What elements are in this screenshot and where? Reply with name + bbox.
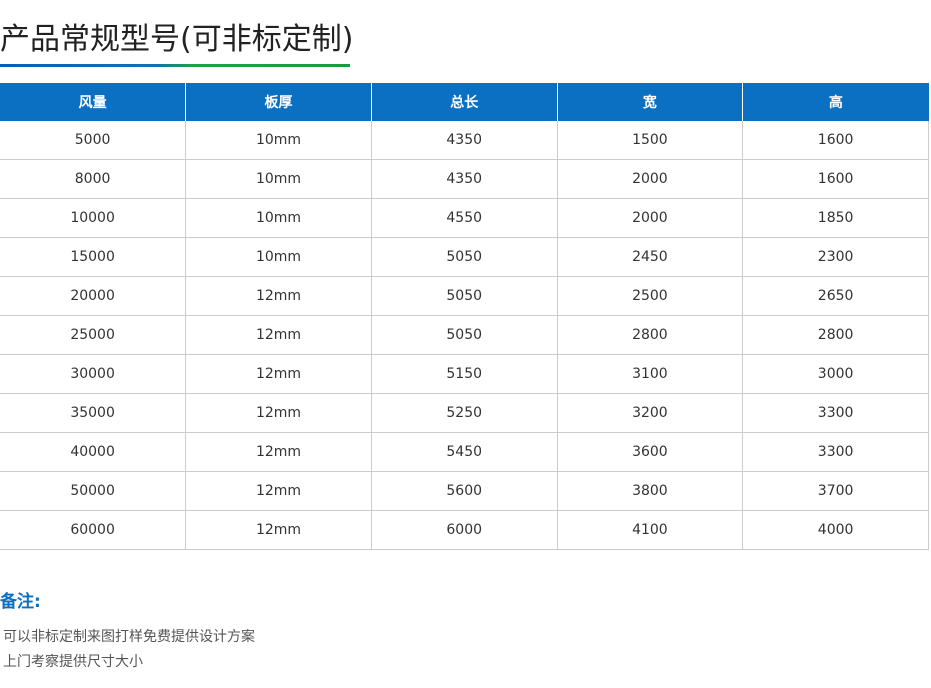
table-cell-thickness: 10mm	[185, 237, 372, 277]
table-cell-length: 6000	[370, 510, 558, 550]
notes-line: 上门考察提供尺寸大小	[3, 654, 143, 670]
table-cell-height: 1600	[742, 159, 929, 199]
table-row: 60000 12mm 6000 4100 4000	[0, 510, 929, 550]
table-cell-height: 3300	[742, 432, 929, 472]
table-row: 50000 12mm 5600 3800 3700	[0, 471, 929, 511]
table-cell-length: 5600	[370, 471, 558, 511]
table-cell-thickness: 12mm	[185, 276, 372, 316]
table-cell-height: 3700	[742, 471, 929, 511]
table-cell-height: 2650	[742, 276, 929, 316]
table-cell-airflow: 30000	[0, 354, 186, 394]
table-cell-width: 2500	[556, 276, 743, 316]
table-cell-length: 5050	[370, 315, 558, 355]
table-row: 20000 12mm 5050 2500 2650	[0, 276, 929, 316]
table-cell-airflow: 15000	[0, 237, 186, 277]
table-cell-length: 5150	[370, 354, 558, 394]
table-cell-width: 3800	[556, 471, 743, 511]
table-cell-width: 2450	[556, 237, 743, 277]
notes-heading: 备注:	[0, 592, 41, 612]
table-cell-length: 4350	[370, 159, 558, 199]
table-cell-length: 5050	[370, 276, 558, 316]
table-cell-width: 2000	[556, 198, 743, 238]
header-cell-height: 高	[742, 83, 929, 121]
table-cell-width: 4100	[556, 510, 743, 550]
table-cell-thickness: 12mm	[185, 393, 372, 433]
table-row: 10000 10mm 4550 2000 1850	[0, 198, 929, 238]
table-cell-length: 5450	[370, 432, 558, 472]
notes-line: 可以非标定制来图打样免费提供设计方案	[3, 629, 255, 645]
table-cell-airflow: 10000	[0, 198, 186, 238]
table-cell-width: 1500	[556, 121, 743, 160]
table-cell-airflow: 60000	[0, 510, 186, 550]
header-cell-thickness: 板厚	[185, 83, 372, 121]
table-cell-airflow: 40000	[0, 432, 186, 472]
table-cell-thickness: 12mm	[185, 510, 372, 550]
table-cell-width: 3200	[556, 393, 743, 433]
table-cell-thickness: 12mm	[185, 432, 372, 472]
table-cell-thickness: 12mm	[185, 471, 372, 511]
table-cell-airflow: 8000	[0, 159, 186, 199]
table-cell-height: 4000	[742, 510, 929, 550]
table-row: 25000 12mm 5050 2800 2800	[0, 315, 929, 355]
spec-table: 风量 板厚 总长 宽 高 5000 10mm 4350 1500 1600 8000 10m…	[0, 83, 929, 550]
header-cell-width: 宽	[556, 83, 743, 121]
table-cell-height: 3000	[742, 354, 929, 394]
table-row: 35000 12mm 5250 3200 3300	[0, 393, 929, 433]
table-cell-width: 3100	[556, 354, 743, 394]
table-cell-airflow: 20000	[0, 276, 186, 316]
table-row: 30000 12mm 5150 3100 3000	[0, 354, 929, 394]
table-row: 8000 10mm 4350 2000 1600	[0, 159, 929, 199]
table-cell-height: 2300	[742, 237, 929, 277]
page-title: 产品常规型号(可非标定制)	[0, 22, 354, 57]
table-cell-height: 3300	[742, 393, 929, 433]
table-row: 5000 10mm 4350 1500 1600	[0, 121, 929, 160]
table-row: 40000 12mm 5450 3600 3300	[0, 432, 929, 472]
title-underline	[0, 64, 350, 67]
header-cell-length: 总长	[370, 83, 558, 121]
table-cell-length: 4550	[370, 198, 558, 238]
table-cell-thickness: 12mm	[185, 354, 372, 394]
table-row: 15000 10mm 5050 2450 2300	[0, 237, 929, 277]
table-cell-thickness: 10mm	[185, 198, 372, 238]
table-cell-height: 2800	[742, 315, 929, 355]
table-cell-thickness: 10mm	[185, 159, 372, 199]
table-cell-thickness: 10mm	[185, 121, 372, 160]
table-cell-height: 1850	[742, 198, 929, 238]
table-cell-airflow: 35000	[0, 393, 186, 433]
table-header-row: 风量 板厚 总长 宽 高	[0, 83, 929, 121]
table-cell-length: 4350	[370, 121, 558, 160]
table-cell-width: 2800	[556, 315, 743, 355]
table-cell-width: 3600	[556, 432, 743, 472]
table-cell-length: 5050	[370, 237, 558, 277]
table-cell-height: 1600	[742, 121, 929, 160]
table-cell-thickness: 12mm	[185, 315, 372, 355]
table-cell-airflow: 25000	[0, 315, 186, 355]
table-cell-length: 5250	[370, 393, 558, 433]
table-cell-airflow: 5000	[0, 121, 186, 160]
table-cell-airflow: 50000	[0, 471, 186, 511]
header-cell-airflow: 风量	[0, 83, 186, 121]
table-body: 5000 10mm 4350 1500 1600 8000 10mm 4350 2000 1600…	[0, 121, 929, 550]
table-cell-width: 2000	[556, 159, 743, 199]
